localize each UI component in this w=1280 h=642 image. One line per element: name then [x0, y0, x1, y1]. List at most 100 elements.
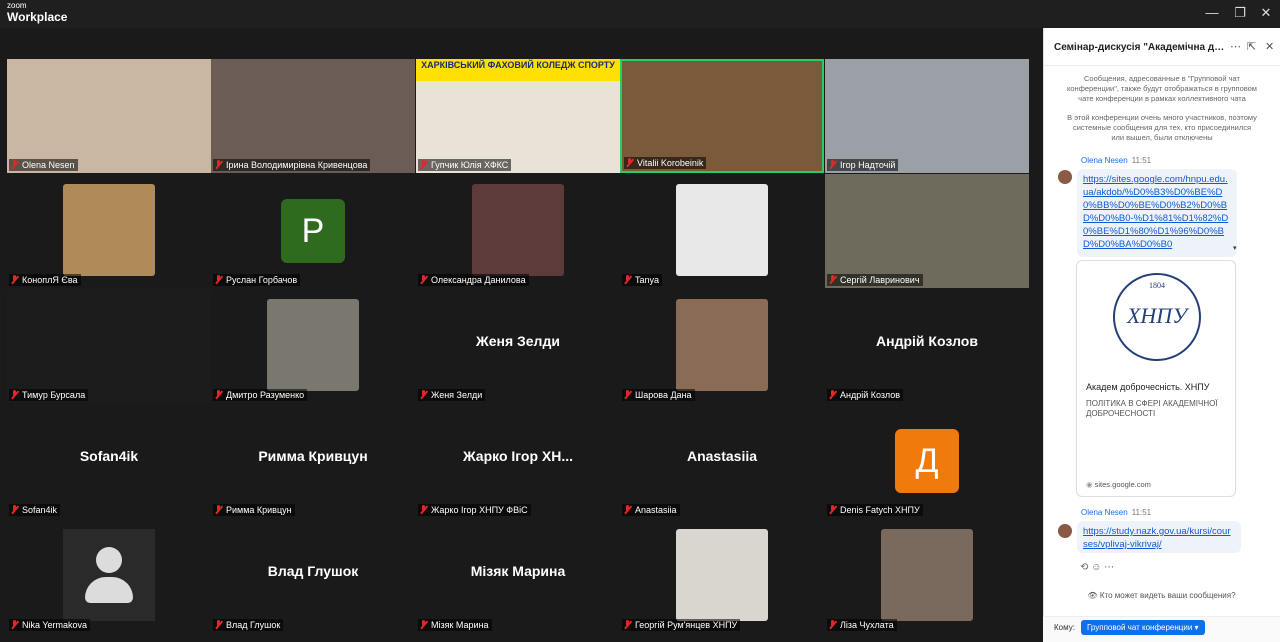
participant-name-label: Nika Yermakova — [9, 619, 91, 631]
logo-text: ХНПУ — [1126, 303, 1188, 328]
participant-video — [211, 59, 415, 173]
avatar — [1058, 170, 1072, 184]
participant-display-name: Влад Глушок — [267, 563, 359, 579]
muted-mic-icon — [214, 160, 223, 170]
muted-mic-icon — [214, 505, 223, 515]
participant-video — [825, 174, 1029, 288]
minimize-button[interactable]: — — [1200, 4, 1224, 22]
university-logo: 1804 ХНПУ — [1113, 273, 1201, 361]
pop-out-icon[interactable]: ⇱ — [1247, 40, 1256, 53]
participant-tile[interactable]: Женя Зелди Женя Зелди — [416, 289, 620, 403]
participant-name: Denis Fatych ХНПУ — [840, 505, 920, 515]
message-sender: Olena Nesen 11:51 — [1081, 156, 1152, 165]
profile-photo — [472, 184, 564, 276]
preview-title: Академ доброчесність. ХНПУ — [1086, 382, 1210, 392]
participant-video — [622, 61, 822, 171]
participant-tile[interactable]: Olena Nesen — [7, 59, 211, 173]
participant-name: Ліза Чухлата — [840, 620, 894, 630]
participant-name-label: Ліза Чухлата — [827, 619, 897, 631]
participant-name: Руслан Горбачов — [226, 275, 298, 285]
participant-tile[interactable]: Римма Кривцун Римма Кривцун — [211, 404, 415, 518]
app-logo-workplace: Workplace — [7, 10, 68, 24]
participant-display-name: Жарко Ігор ХН... — [462, 448, 574, 464]
reply-icon[interactable]: ⟲ ☺ ⋯ — [1080, 562, 1114, 573]
muted-mic-icon — [419, 160, 428, 170]
participant-display-name: Андрій Козлов — [876, 333, 978, 349]
recipient-select[interactable]: Групповой чат конференции ▾ — [1081, 620, 1205, 635]
participant-tile[interactable]: Влад Глушок Влад Глушок — [211, 519, 415, 633]
participant-name-label: Мізяк Марина — [418, 619, 492, 631]
profile-photo — [676, 529, 768, 621]
participant-tile[interactable]: Tanya — [620, 174, 824, 288]
close-chat-icon[interactable]: ✕ — [1265, 40, 1274, 53]
participant-tile[interactable]: Anastasiia Anastasiia — [620, 404, 824, 518]
preview-domain: ◉ sites.google.com — [1086, 480, 1151, 489]
participant-tile[interactable]: Олександра Данилова — [416, 174, 620, 288]
participant-display-name: Anastasiia — [686, 448, 758, 464]
visibility-icon: 👁 — [1087, 591, 1100, 600]
participant-name: Nika Yermakova — [22, 620, 88, 630]
participant-tile[interactable]: Шарова Дана — [620, 289, 824, 403]
participant-name: Олександра Данилова — [431, 275, 526, 285]
participant-display-name: Sofan4ik — [79, 448, 139, 464]
muted-mic-icon — [10, 390, 19, 400]
participant-name-label: Жарко Ігор ХНПУ ФВіС — [418, 504, 531, 516]
logo-year: 1804 — [1149, 281, 1165, 290]
close-button[interactable]: ✕ — [1254, 4, 1278, 22]
participant-name-label: Anastasiia — [622, 504, 680, 516]
participant-tile[interactable]: P Руслан Горбачов — [211, 174, 415, 288]
participant-name: КоноплЯ Єва — [22, 275, 78, 285]
participant-name-label: Руслан Горбачов — [213, 274, 301, 286]
app-logo: zoom Workplace — [7, 2, 68, 24]
participant-name-label: Сергій Лавринович — [827, 274, 923, 286]
video-gallery: Olena Nesen Ірина Володимирівна Кривенцов… — [0, 28, 1043, 642]
participant-tile[interactable]: Дмитро Разуменко — [211, 289, 415, 403]
title-bar: zoom Workplace — ❐ ✕ — [0, 0, 1280, 28]
participant-video — [825, 59, 1029, 173]
muted-mic-icon — [10, 505, 19, 515]
restore-button[interactable]: ❐ — [1228, 4, 1252, 22]
participant-name-label: Vitalii Korobeinik — [624, 157, 707, 169]
participant-tile[interactable]: Ірина Володимирівна Кривенцова — [211, 59, 415, 173]
participant-name-label: Ірина Володимирівна Кривенцова — [213, 159, 371, 171]
message-link[interactable]: https://sites.google.com/hnpu.edu.ua/akd… — [1077, 169, 1237, 257]
participant-tile[interactable]: Тимур Бурсала — [7, 289, 211, 403]
participant-tile[interactable]: Мізяк Марина Мізяк Марина — [416, 519, 620, 633]
participant-tile[interactable]: Сергій Лавринович — [825, 174, 1029, 288]
muted-mic-icon — [10, 160, 19, 170]
recipient-label: Кому: — [1054, 623, 1075, 632]
participant-tile[interactable]: Nika Yermakova — [7, 519, 211, 633]
participant-tile[interactable]: КоноплЯ Єва — [7, 174, 211, 288]
profile-photo — [676, 299, 768, 391]
expand-icon[interactable]: ▾ — [1233, 244, 1237, 252]
who-can-see-link[interactable]: 👁 Кто может видеть ваши сообщения? — [1043, 591, 1280, 600]
more-options-icon[interactable]: ⋯ — [1230, 40, 1241, 53]
participant-tile[interactable]: Георгій Рум'янцев ХНПУ — [620, 519, 824, 633]
participant-tile[interactable]: Ліза Чухлата — [825, 519, 1029, 633]
participant-tile[interactable]: Жарко Ігор ХН... Жарко Ігор ХНПУ ФВіС — [416, 404, 620, 518]
participant-tile[interactable]: Sofan4ik Sofan4ik — [7, 404, 211, 518]
participant-tile[interactable]: Андрій Козлов Андрій Козлов — [825, 289, 1029, 403]
participant-name-label: Ігор Надточій — [827, 159, 899, 171]
muted-mic-icon — [419, 620, 428, 630]
profile-photo — [881, 529, 973, 621]
muted-mic-icon — [419, 390, 428, 400]
preview-description: ПОЛІТИКА В СФЕРІ АКАДЕМІЧНОЇ ДОБРОЧЕСНОС… — [1086, 399, 1218, 418]
message-link[interactable]: https://study.nazk.gov.ua/kursi/courses/… — [1077, 521, 1241, 553]
muted-mic-icon — [623, 620, 632, 630]
participant-name-label: КоноплЯ Єва — [9, 274, 81, 286]
participant-name: Влад Глушок — [226, 620, 281, 630]
muted-mic-icon — [623, 390, 632, 400]
participant-name-label: Влад Глушок — [213, 619, 284, 631]
muted-mic-icon — [10, 620, 19, 630]
participant-tile[interactable]: Д Denis Fatych ХНПУ — [825, 404, 1029, 518]
participant-name: Sofan4ik — [22, 505, 58, 515]
participant-name-label: Sofan4ik — [9, 504, 61, 516]
profile-photo — [676, 184, 768, 276]
participant-tile[interactable]: Vitalii Korobeinik — [620, 59, 824, 173]
link-preview-card[interactable]: 1804 ХНПУ Академ доброчесність. ХНПУ ПОЛ… — [1076, 260, 1236, 497]
muted-mic-icon — [419, 275, 428, 285]
participant-tile[interactable]: ХАРКІВСЬКИЙ ФАХОВИЙ КОЛЕДЖ СПОРТУ Гупчик … — [416, 59, 620, 173]
participant-name-label: Андрій Козлов — [827, 389, 904, 401]
participant-tile[interactable]: Ігор Надточій — [825, 59, 1029, 173]
